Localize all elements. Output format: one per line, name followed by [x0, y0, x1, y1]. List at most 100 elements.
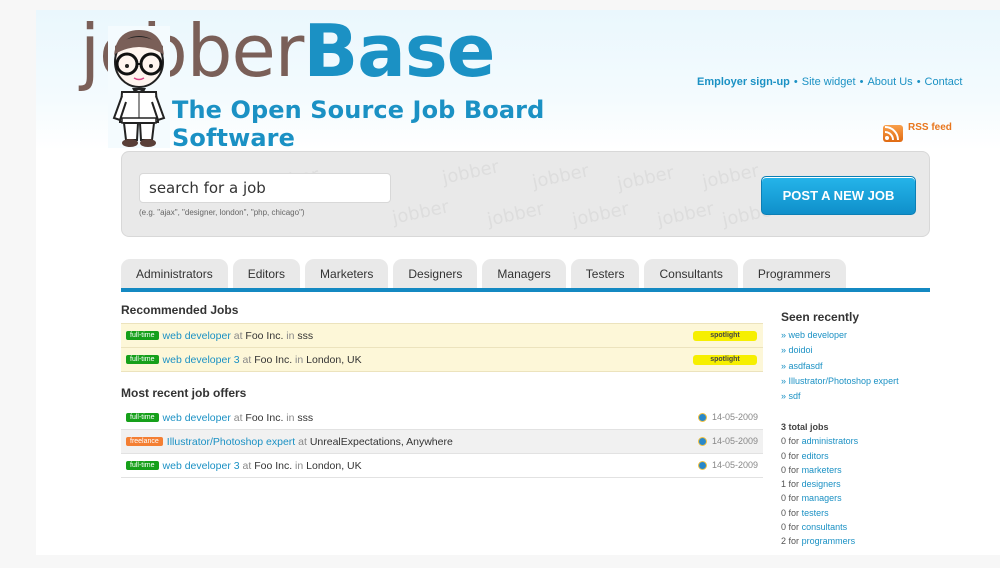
stat-count: 0 [781, 493, 787, 504]
tab-administrators[interactable]: Administrators [121, 259, 228, 288]
recent-jobs-list: full-time web developer at Foo Inc. in s… [121, 406, 763, 478]
tab-managers[interactable]: Managers [482, 259, 566, 288]
stat-row: 0 for testers [781, 506, 931, 520]
job-title-link[interactable]: web developer [163, 330, 231, 342]
clock-icon [697, 412, 707, 422]
job-location: sss [297, 329, 314, 342]
stat-for: for [788, 535, 800, 546]
seen-recently-item[interactable]: » sdf [781, 389, 931, 404]
watermark-text: jobber [570, 198, 631, 231]
stat-row: 0 for marketers [781, 463, 931, 477]
in-label: in [286, 411, 295, 424]
watermark-text: jobber [530, 160, 591, 193]
mascot-icon [108, 26, 170, 148]
job-title-link[interactable]: web developer [163, 412, 231, 424]
job-type-badge: full-time [126, 331, 159, 340]
rss-feed-link[interactable]: RSS feed [883, 122, 952, 142]
stat-category-link[interactable]: editors [802, 451, 829, 461]
job-title-link[interactable]: web developer 3 [163, 354, 240, 366]
job-row[interactable]: full-time web developer at Foo Inc. in s… [121, 324, 763, 348]
stat-count: 2 [781, 535, 787, 546]
tab-designers[interactable]: Designers [393, 259, 478, 288]
job-date-text: 14-05-2009 [711, 436, 758, 446]
spotlight-badge: spotlight [693, 331, 757, 341]
stat-category-link[interactable]: designers [802, 479, 841, 489]
job-title-link[interactable]: Illustrator/Photoshop expert [167, 436, 295, 448]
nav-employer-signup[interactable]: Employer sign-up [697, 76, 790, 88]
job-row[interactable]: freelance Illustrator/Photoshop expert a… [121, 430, 763, 454]
search-input[interactable] [139, 173, 391, 203]
stat-for: for [788, 436, 800, 447]
stat-category-link[interactable]: marketers [802, 465, 842, 475]
job-title-link[interactable]: web developer 3 [163, 460, 240, 472]
stat-row: 1 for designers [781, 477, 931, 491]
recommended-jobs-list: full-time web developer at Foo Inc. in s… [121, 323, 763, 372]
stat-count: 0 [781, 436, 787, 447]
company-name: UnrealExpectations, Anywhere [309, 435, 453, 448]
logo-text-base: Base [303, 9, 495, 93]
watermark-text: jobber [485, 198, 546, 231]
nav-about-us[interactable]: About Us [867, 76, 912, 88]
job-row[interactable]: full-time web developer 3 at Foo Inc. in… [121, 348, 763, 372]
tab-consultants[interactable]: Consultants [644, 259, 738, 288]
seen-recently-item[interactable]: » web developer [781, 328, 931, 343]
rss-icon [883, 125, 903, 142]
job-type-badge: full-time [126, 461, 159, 470]
stat-category-link[interactable]: managers [802, 493, 842, 503]
tab-testers[interactable]: Testers [570, 259, 640, 288]
tab-marketers[interactable]: Marketers [305, 259, 389, 288]
top-navigation: Employer sign-up • Site widget • About Us • Co… [697, 76, 962, 88]
watermark-text: jobber [615, 162, 676, 195]
nav-site-widget[interactable]: Site widget [802, 76, 856, 88]
stat-count: 0 [781, 521, 787, 532]
site-logo[interactable]: jobberBase The Open Source Job Board Sof… [80, 10, 640, 152]
stat-row: 0 for editors [781, 449, 931, 463]
job-date: 14-05-2009 [697, 460, 758, 470]
at-label: at [242, 353, 252, 366]
recommended-jobs-heading: Recommended Jobs [121, 303, 239, 317]
company-name: Foo Inc. [245, 411, 284, 424]
at-label: at [242, 459, 252, 472]
category-tabs: Administrators Editors Marketers Designe… [121, 259, 846, 288]
company-name: Foo Inc. [254, 353, 293, 366]
stat-row: 2 for programmers [781, 534, 931, 548]
at-label: at [233, 411, 243, 424]
stat-for: for [788, 507, 800, 518]
seen-recently-heading: Seen recently [781, 310, 860, 324]
tab-programmers[interactable]: Programmers [742, 259, 846, 288]
job-location: London, UK [306, 459, 362, 472]
stat-count: 0 [781, 450, 787, 461]
job-type-badge: full-time [126, 413, 159, 422]
job-date: 14-05-2009 [697, 412, 758, 422]
stat-count: 0 [781, 507, 787, 518]
at-label: at [298, 435, 307, 448]
watermark-text: jobber [655, 198, 716, 231]
clock-icon [697, 436, 707, 446]
job-type-badge: full-time [126, 355, 159, 364]
logo-tagline: The Open Source Job Board Software [172, 96, 545, 152]
stat-category-link[interactable]: consultants [802, 522, 848, 532]
recent-jobs-heading: Most recent job offers [121, 386, 247, 400]
job-stats: 3 total jobs 0 for administrators 0 for … [781, 420, 931, 548]
job-date-text: 14-05-2009 [711, 460, 758, 470]
stat-for: for [788, 479, 800, 490]
watermark-text: jobber [700, 160, 761, 193]
stat-row: 0 for managers [781, 491, 931, 505]
watermark-text: jobber [390, 196, 451, 229]
spotlight-badge: spotlight [693, 355, 757, 365]
seen-recently-item[interactable]: » Illustrator/Photoshop expert [781, 374, 931, 389]
tab-editors[interactable]: Editors [232, 259, 301, 288]
job-row[interactable]: full-time web developer 3 at Foo Inc. in… [121, 454, 763, 478]
job-row[interactable]: full-time web developer at Foo Inc. in s… [121, 406, 763, 430]
in-label: in [286, 329, 295, 342]
nav-contact[interactable]: Contact [925, 76, 963, 88]
clock-icon [697, 460, 707, 470]
seen-recently-item[interactable]: » asdfasdf [781, 359, 931, 374]
stat-category-link[interactable]: administrators [802, 436, 859, 446]
seen-recently-item[interactable]: » doidoi [781, 343, 931, 358]
stat-category-link[interactable]: programmers [802, 536, 856, 546]
stat-row: 0 for consultants [781, 520, 931, 534]
post-new-job-button[interactable]: POST A NEW JOB [761, 176, 916, 215]
total-jobs-label: 3 total jobs [781, 422, 829, 433]
stat-category-link[interactable]: testers [802, 508, 829, 518]
